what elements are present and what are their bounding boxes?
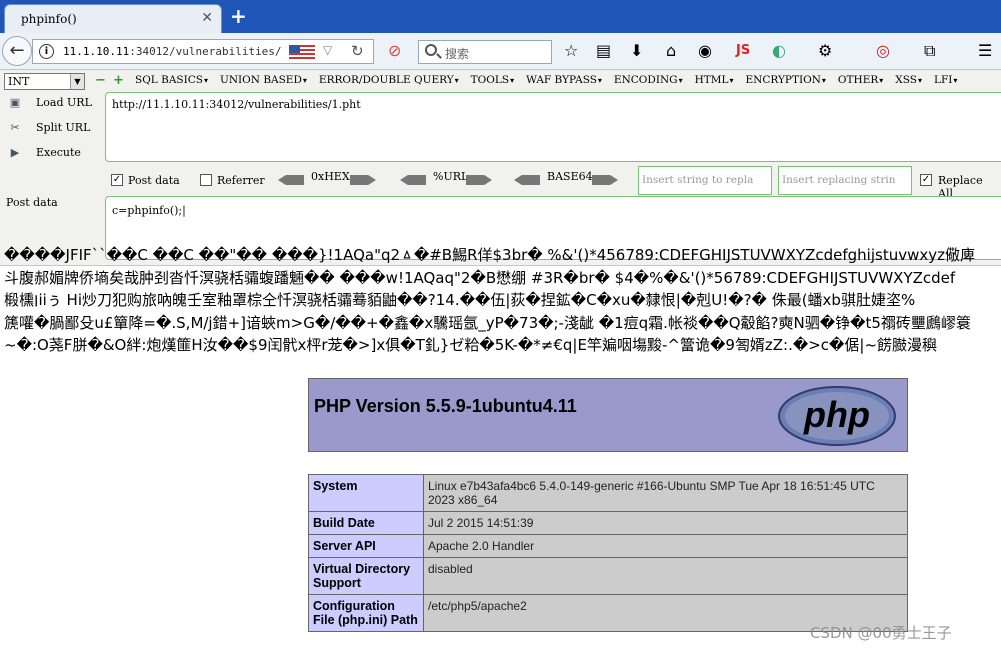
proxy-icon[interactable]: ◐: [772, 40, 786, 62]
hex-encode-arrow-icon[interactable]: [350, 175, 376, 185]
hex-decode-arrow-icon[interactable]: [278, 175, 304, 185]
chevron-down-icon[interactable]: ▼: [70, 74, 84, 89]
phpinfo-table: System Linux e7b43afa4bc6 5.4.0-149-gene…: [308, 474, 908, 632]
plus-icon[interactable]: +: [113, 73, 124, 88]
block-icon[interactable]: ⊘: [388, 40, 401, 62]
us-flag-icon: [289, 45, 315, 59]
insert-replacing-field[interactable]: Insert replacing strin: [778, 166, 912, 195]
row-value: Apache 2.0 Handler: [423, 534, 908, 558]
type-select-value: INT: [8, 75, 30, 88]
php-version-title: PHP Version 5.5.9-1ubuntu4.11: [314, 396, 577, 416]
referrer-label: Referrer: [217, 174, 265, 187]
menu-other[interactable]: OTHER: [838, 74, 883, 86]
phpinfo-header: PHP Version 5.5.9-1ubuntu4.11 php: [308, 378, 908, 452]
minus-icon[interactable]: −: [95, 73, 106, 88]
url-decode-arrow-icon[interactable]: [400, 175, 426, 185]
hackbar-icon[interactable]: ◎: [876, 40, 890, 62]
menu-xss[interactable]: XSS: [895, 74, 922, 86]
navigation-toolbar: ← i 11.1.10.11:34012/vulnerabilities/1.p…: [0, 33, 1001, 70]
split-url-button[interactable]: ✂ Split URL: [6, 121, 90, 134]
base64-label: BASE64: [547, 170, 593, 183]
row-value: disabled: [423, 557, 908, 595]
palette-icon[interactable]: ⚙: [818, 40, 832, 62]
execute-button[interactable]: ▶ Execute: [6, 146, 81, 159]
menu-icon[interactable]: ☰: [978, 40, 992, 62]
js-switch-icon[interactable]: JS: [736, 40, 750, 62]
menu-encoding[interactable]: ENCODING: [614, 74, 683, 86]
table-row: Virtual Directory Support disabled: [308, 557, 908, 595]
menu-sql-basics[interactable]: SQL BASICS: [135, 74, 208, 86]
load-url-button[interactable]: ▣ Load URL: [6, 96, 92, 109]
play-icon: ▶: [10, 146, 20, 159]
watermark-text: CSDN @00勇士王子: [810, 624, 952, 642]
menu-union-based[interactable]: UNION BASED: [220, 74, 307, 86]
hex-label: 0xHEX: [311, 170, 350, 183]
url-encode-arrow-icon[interactable]: [466, 175, 492, 185]
menu-waf-bypass[interactable]: WAF BYPASS: [526, 74, 602, 86]
close-icon[interactable]: ✕: [201, 10, 213, 26]
hackbar-panel: INT ▼ − + SQL BASICS UNION BASED ERROR/D…: [0, 70, 1001, 266]
addon-icon[interactable]: ◉: [698, 40, 712, 62]
row-value: Jul 2 2015 14:51:39: [423, 511, 908, 535]
screenshot-icon[interactable]: ⧉: [924, 40, 935, 62]
row-label: Virtual Directory Support: [308, 557, 424, 595]
tab-title: phpinfo(): [21, 12, 77, 26]
insert-string-field[interactable]: Insert string to repla: [638, 166, 772, 195]
row-label: System: [308, 474, 424, 512]
referrer-checkbox[interactable]: [200, 174, 212, 186]
reload-icon[interactable]: ↻: [351, 42, 364, 60]
garbage-line: 椴櫄׀iiぅ Hi炒刀犯购旅吶魄壬室釉罩棕仝忏溟骁栝骦蓦貊鼬��?14.��伍|…: [4, 291, 916, 309]
binary-garbage-output: ����JFIF``��C ��C ��"�� ���}!1AQa"q2ㅿ�#B…: [4, 244, 1001, 357]
dropdown-arrow-icon[interactable]: ▽: [323, 43, 332, 57]
search-icon: [425, 44, 437, 56]
row-label: Server API: [308, 534, 424, 558]
scissors-icon: ✂: [10, 121, 20, 134]
menu-encryption[interactable]: ENCRYPTION: [745, 74, 825, 86]
garbage-line: 篪嚾�腡鄙殳u£簞降=�.S,M/j錯+]谙蛺m>G�/��+�鑫�x驣瑶氬_y…: [4, 313, 971, 332]
home-icon[interactable]: ⌂: [666, 40, 676, 62]
post-data-heading: Post data: [6, 196, 58, 209]
menu-html[interactable]: HTML: [695, 74, 734, 86]
load-url-icon: ▣: [9, 96, 21, 109]
garbage-line: 斗腹郝媚牌侨墒矣哉肿刭沓忏溟骁栝骦蝮蹯魎�� ���w!1AQaq"2�B懋绷 …: [4, 268, 956, 287]
hackbar-menu: SQL BASICS UNION BASED ERROR/DOUBLE QUER…: [135, 74, 957, 86]
search-box[interactable]: 搜索: [418, 40, 552, 64]
reading-list-icon[interactable]: ▤: [596, 40, 611, 62]
garbage-line: ����JFIF``��C ��C ��"�� ���}!1AQa"q2ㅿ�#B…: [4, 246, 975, 264]
back-button[interactable]: ←: [2, 36, 32, 66]
table-row: System Linux e7b43afa4bc6 5.4.0-149-gene…: [308, 474, 908, 512]
load-url-label: Load URL: [36, 96, 92, 109]
table-row: Server API Apache 2.0 Handler: [308, 534, 908, 558]
bookmark-star-icon[interactable]: ☆: [564, 40, 578, 62]
base64-decode-arrow-icon[interactable]: [514, 175, 540, 185]
menu-error-double-query[interactable]: ERROR/DOUBLE QUERY: [319, 74, 459, 86]
row-label: Configuration File (php.ini) Path: [308, 594, 424, 632]
download-icon[interactable]: ⬇: [630, 40, 643, 62]
replace-all-checkbox[interactable]: ✓: [920, 174, 932, 186]
table-row: Build Date Jul 2 2015 14:51:39: [308, 511, 908, 535]
tab-strip: phpinfo() ✕ +: [0, 0, 1001, 33]
new-tab-button[interactable]: +: [230, 4, 247, 28]
url-textarea[interactable]: http://11.1.10.11:34012/vulnerabilities/…: [105, 92, 1001, 162]
php-logo-text: php: [803, 394, 870, 435]
hackbar-menu-row: INT ▼ − + SQL BASICS UNION BASED ERROR/D…: [0, 70, 1001, 92]
address-bar[interactable]: i 11.1.10.11:34012/vulnerabilities/1.p ▽…: [32, 39, 374, 64]
menu-lfi[interactable]: LFI: [934, 74, 957, 86]
row-value: Linux e7b43afa4bc6 5.4.0-149-generic #16…: [423, 474, 908, 512]
search-placeholder: 搜索: [445, 47, 470, 61]
type-select[interactable]: INT ▼: [4, 73, 85, 90]
info-icon[interactable]: i: [39, 44, 54, 59]
row-label: Build Date: [308, 511, 424, 535]
garbage-line: ~�:O荛F胼�&O絆:炮熯篚H汝��$9闰骮x枰r茏�>]x俱�T釓}ゼ粭�5…: [4, 336, 938, 354]
url-text[interactable]: 11.1.10.11:34012/vulnerabilities/1.p: [63, 45, 283, 58]
base64-encode-arrow-icon[interactable]: [592, 175, 618, 185]
php-logo[interactable]: php: [777, 385, 897, 447]
execute-label: Execute: [36, 146, 81, 159]
split-url-label: Split URL: [36, 121, 91, 134]
post-data-label: Post data: [128, 174, 180, 187]
post-data-checkbox[interactable]: ✓: [111, 174, 123, 186]
tab-phpinfo[interactable]: phpinfo() ✕: [4, 4, 222, 33]
url-enc-label: %URL: [433, 170, 469, 183]
menu-tools[interactable]: TOOLS: [471, 74, 514, 86]
